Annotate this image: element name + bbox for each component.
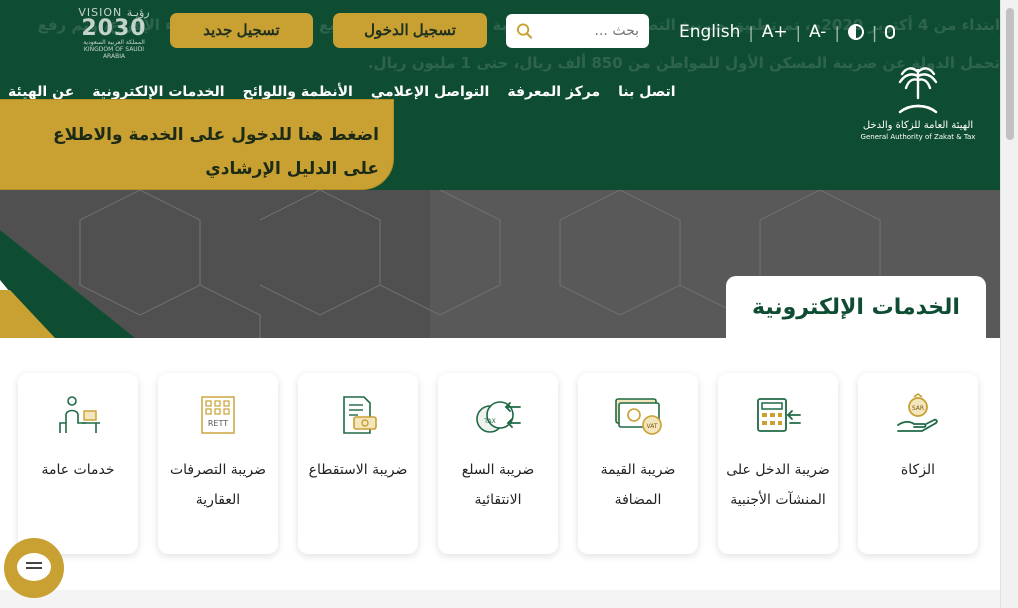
page-scrollbar[interactable] [1000,0,1018,608]
withholding-tax-icon [343,396,377,434]
service-card-excise-tax[interactable]: TAX ضريبة السلع الانتقائية [438,373,558,554]
main-nav: عن الهيئة الخدمات الإلكترونية الأنظمة وا… [8,84,676,100]
accessibility-toolbar: English | A+ | A- | | [679,18,896,46]
nav-knowledge-center[interactable]: مركز المعرفة [507,84,600,100]
scrollbar-thumb[interactable] [1006,8,1014,140]
palm-swords-icon [898,67,938,114]
services-title: الخدمات الإلكترونية [726,276,986,338]
service-card-rett[interactable]: RETT ضريبة التصرفات العقارية [158,373,278,554]
zakat-icon: SAR [897,393,938,432]
logo-arabic-text: الهيئة العامة للزكاة والدخل [862,120,974,131]
services-section: SAR الزكاة ضريبة الدخل على المنشآت الأجن… [0,338,1000,590]
logo-english-text: General Authority of Zakat & Tax [860,133,976,141]
svg-text:VAT: VAT [646,423,657,430]
nav-media[interactable]: التواصل الإعلامي [371,84,490,100]
nav-about[interactable]: عن الهيئة [8,84,74,100]
svg-text:TAX: TAX [483,418,495,425]
service-card-withholding-tax[interactable]: ضريبة الاستقطاع [298,373,418,554]
svg-text:RETT: RETT [208,419,228,428]
card-label: ضريبة الاستقطاع [308,462,408,478]
service-card-vat[interactable]: VAT ضريبة القيمة المضافة [578,373,698,554]
svg-text:SAR: SAR [912,405,924,412]
hero-banner: الخدمات الإلكترونية [0,190,1000,338]
vat-icon: VAT [615,398,662,435]
register-button[interactable]: تسجيل جديد [170,13,313,48]
search-box[interactable] [506,14,649,48]
service-card-zakat[interactable]: SAR الزكاة [858,373,978,554]
divider: | [834,22,840,42]
services-grid: SAR الزكاة ضريبة الدخل على المنشآت الأجن… [18,373,978,554]
contrast-icon[interactable] [847,24,864,40]
divider: | [871,22,878,42]
card-label: ضريبة القيمة المضافة [600,462,676,508]
divider: | [748,22,754,42]
rett-icon: RETT [201,396,235,434]
card-label: ضريبة السلع الانتقائية [461,462,535,508]
font-increase-button[interactable]: A+ [762,22,788,42]
site-header: ابتداء من 4 أكتوبر 2020م، تم تطبيق ضريبة… [0,0,1000,190]
service-card-general[interactable]: خدمات عامة [18,373,138,554]
chat-icon [17,553,51,581]
general-services-icon [59,396,100,433]
service-card-income-tax[interactable]: ضريبة الدخل على المنشآت الأجنبية [718,373,838,554]
divider: | [795,22,802,42]
microphone-icon[interactable] [885,25,896,39]
card-label: الزكاة [900,462,936,478]
nav-e-services[interactable]: الخدمات الإلكترونية [92,84,224,100]
vision-2030-logo: VISION رؤيـة 2030 المملكة العربية السعود… [78,6,150,60]
card-label: ضريبة الدخل على المنشآت الأجنبية [726,462,830,508]
nav-regulations[interactable]: الأنظمة واللوائح [243,84,353,100]
nav-contact[interactable]: اتصل بنا [618,84,675,100]
card-label: خدمات عامة [41,462,115,478]
search-icon[interactable] [516,22,533,40]
font-decrease-button[interactable]: A- [809,22,826,42]
excise-tax-icon: TAX [476,401,521,433]
chat-lines [26,562,42,564]
language-switch[interactable]: English [679,22,740,42]
card-label: ضريبة التصرفات العقارية [169,462,267,508]
guide-banner-link[interactable]: اضغط هنا للدخول على الخدمة والاطلاع على … [0,99,394,190]
income-tax-icon [757,398,801,432]
search-input[interactable] [539,23,639,39]
gazt-logo[interactable]: الهيئة العامة للزكاة والدخل General Auth… [856,64,980,141]
chat-button[interactable] [4,538,64,598]
login-button[interactable]: تسجيل الدخول [333,13,487,48]
